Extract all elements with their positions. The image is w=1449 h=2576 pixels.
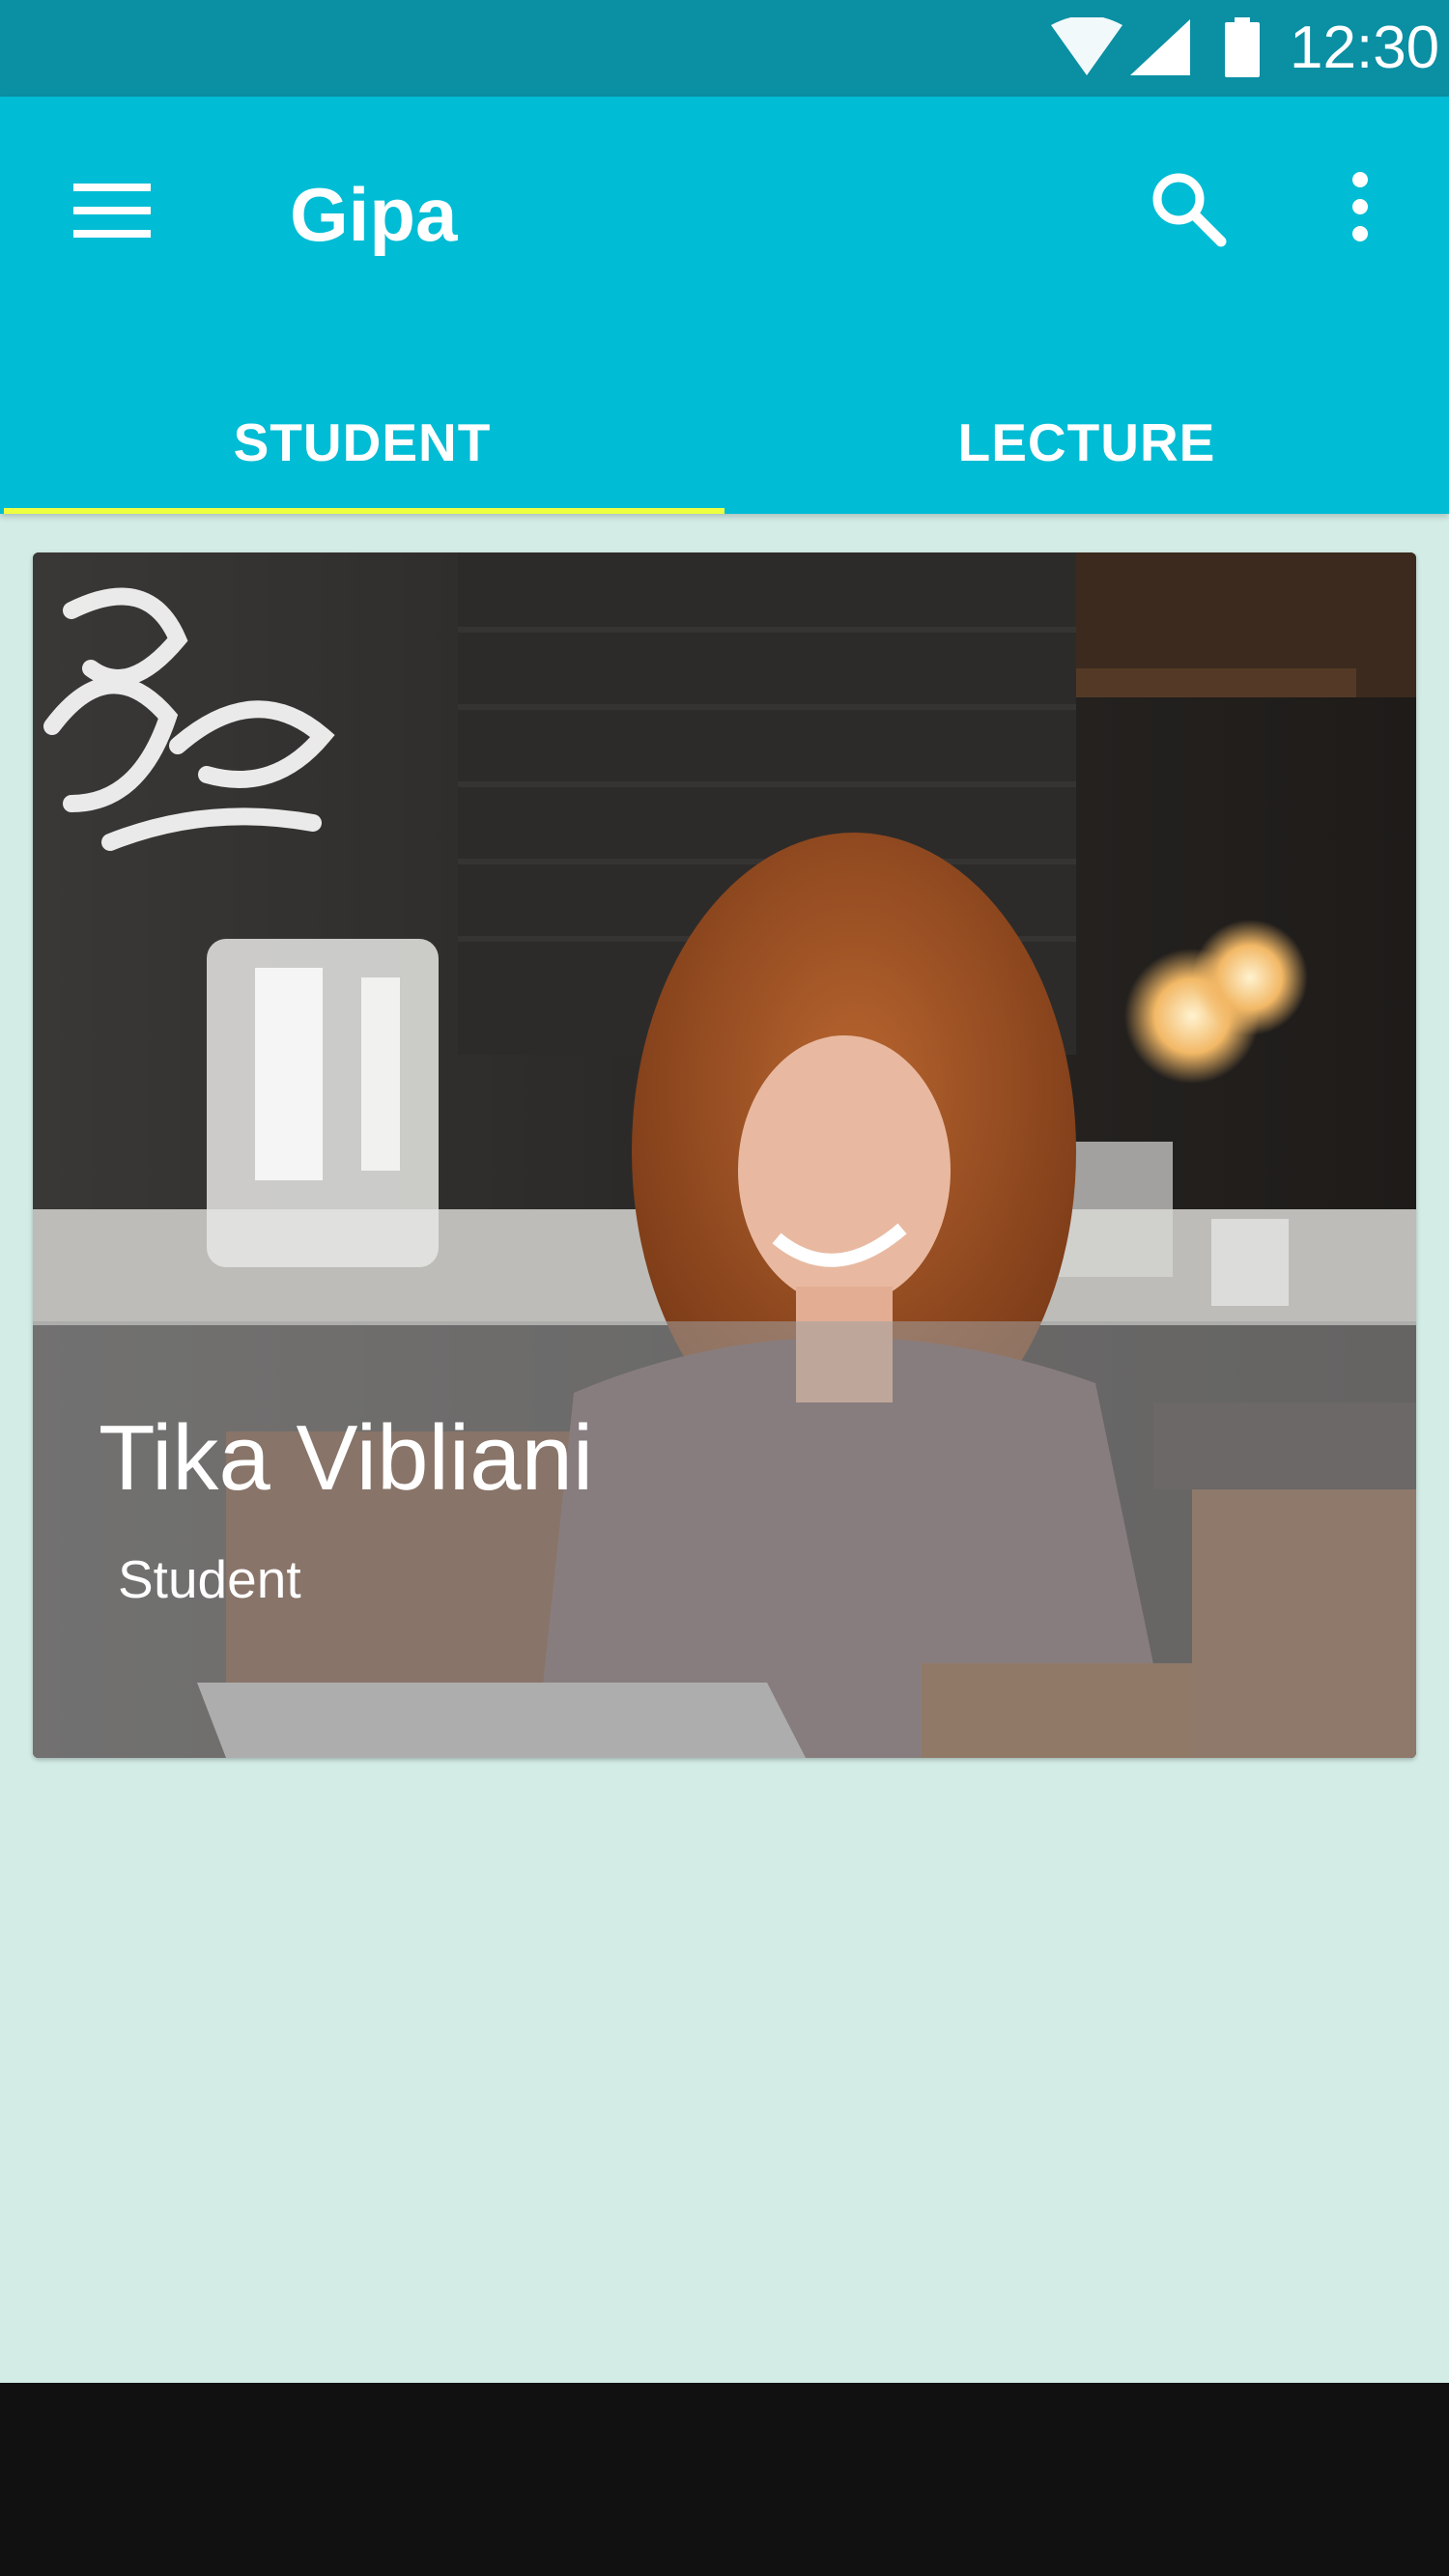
card-role: Student xyxy=(118,1549,301,1609)
app-bar: Gipa STUDENT LECTURE xyxy=(0,97,1449,514)
search-icon[interactable] xyxy=(1150,170,1227,247)
tab-bar: STUDENT LECTURE xyxy=(0,386,1449,514)
battery-icon xyxy=(1225,17,1260,77)
more-vert-icon[interactable] xyxy=(1345,172,1376,241)
tab-student[interactable]: STUDENT xyxy=(0,386,724,514)
status-bar: 12:30 xyxy=(0,0,1449,97)
profile-card[interactable]: Tika Vibliani Student xyxy=(33,552,1416,1758)
tab-lecture-label: LECTURE xyxy=(957,412,1216,472)
wifi-icon xyxy=(1051,17,1122,75)
card-name: Tika Vibliani xyxy=(99,1406,594,1510)
tab-lecture[interactable]: LECTURE xyxy=(724,386,1449,514)
tab-student-label: STUDENT xyxy=(233,412,492,472)
app-title: Gipa xyxy=(290,172,458,257)
card-caption-overlay xyxy=(33,1321,1416,1758)
cell-signal-icon xyxy=(1130,19,1190,75)
menu-icon[interactable] xyxy=(73,184,151,238)
status-time: 12:30 xyxy=(1290,14,1440,81)
system-nav-bar xyxy=(0,2383,1449,2576)
